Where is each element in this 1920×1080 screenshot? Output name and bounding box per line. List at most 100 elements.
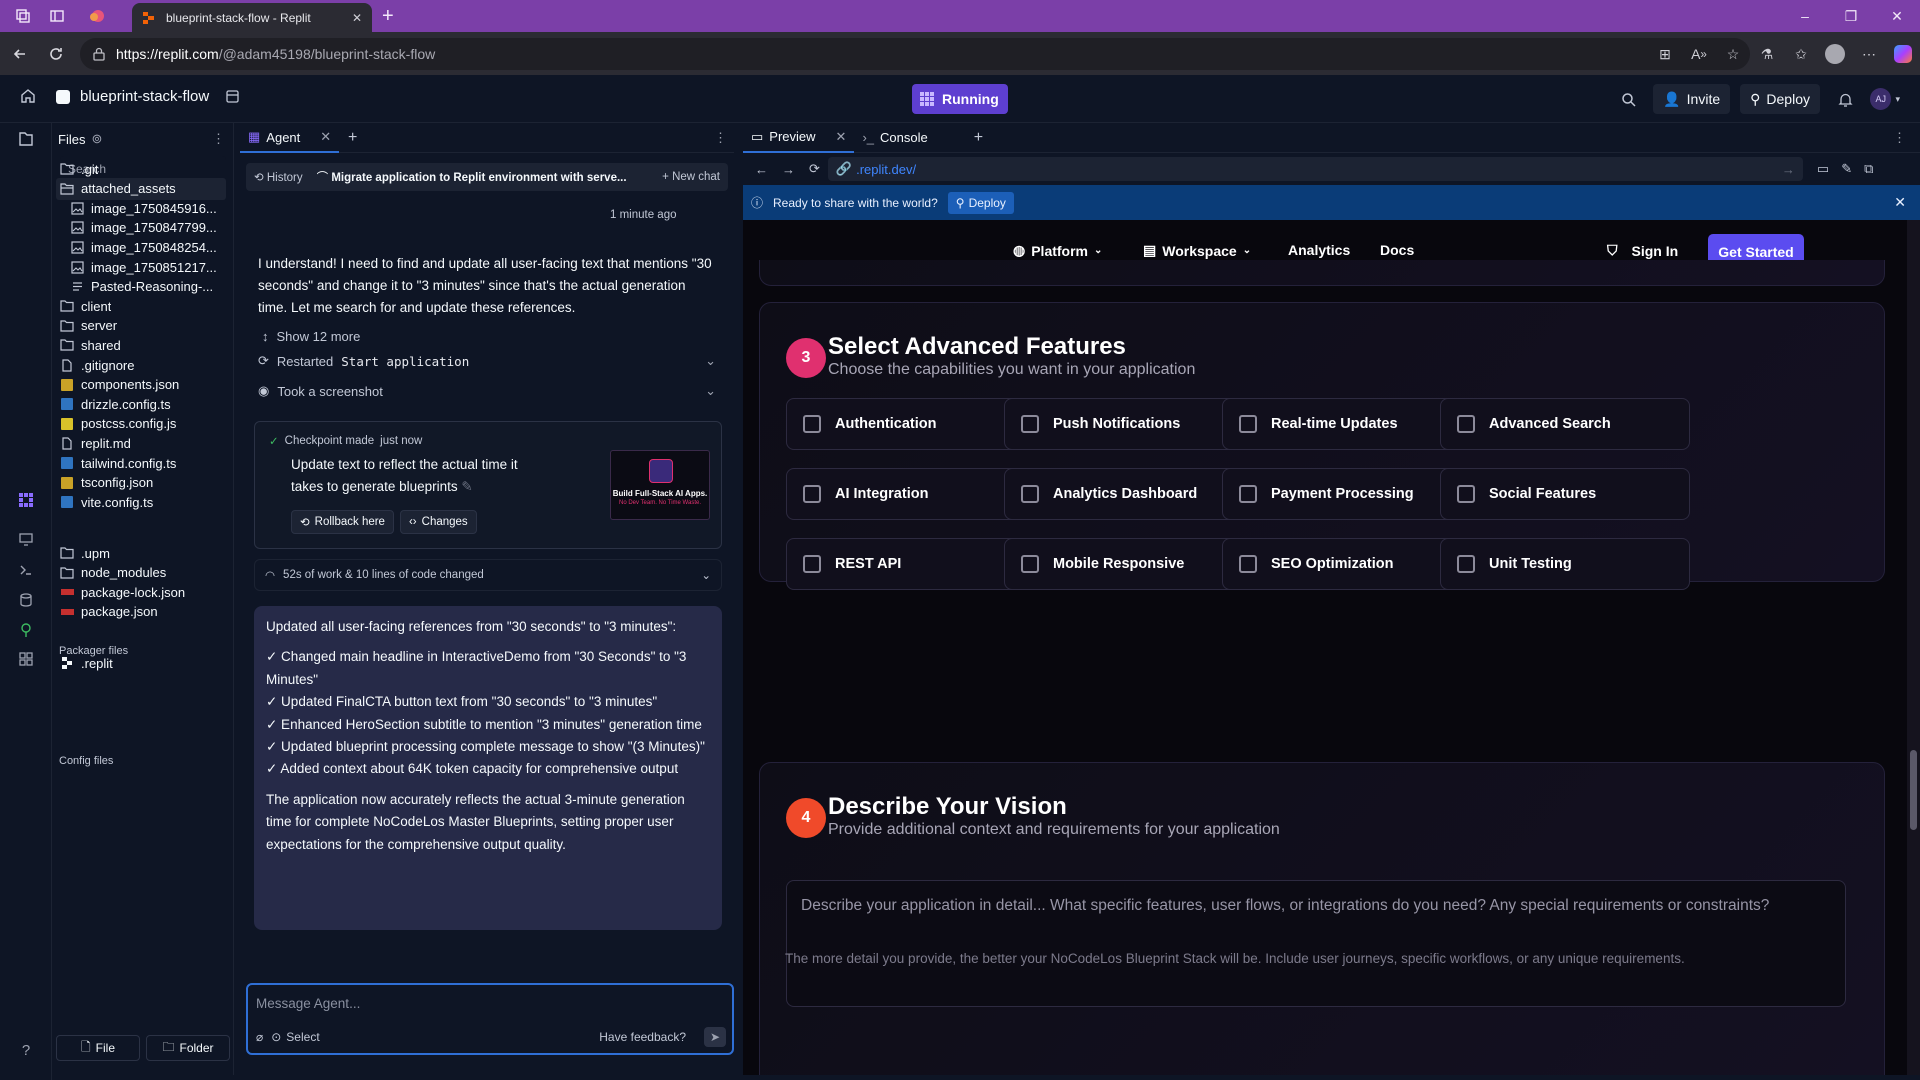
- agent-menu-icon[interactable]: ⋮: [714, 130, 727, 146]
- scrollbar-thumb[interactable]: [1910, 750, 1917, 830]
- vision-textarea[interactable]: Describe your application in detail... W…: [786, 880, 1846, 1007]
- more-icon[interactable]: ⋯: [1852, 46, 1886, 63]
- project-name[interactable]: blueprint-stack-flow: [56, 88, 240, 105]
- browser-tab-active[interactable]: blueprint-stack-flow - Replit ✕: [132, 3, 372, 32]
- feature-option[interactable]: Push Notifications: [1004, 398, 1254, 450]
- maximize-button[interactable]: ❐: [1828, 0, 1874, 32]
- tree-icon[interactable]: [15, 619, 37, 641]
- file-item[interactable]: package.json: [56, 601, 226, 623]
- back-icon[interactable]: [4, 38, 36, 70]
- feature-option[interactable]: Authentication: [786, 398, 1036, 450]
- console-icon[interactable]: [15, 559, 37, 581]
- chevron-down-icon[interactable]: ⌄: [705, 383, 716, 399]
- checkbox[interactable]: [1021, 555, 1039, 573]
- nav-docs[interactable]: Docs: [1380, 242, 1414, 258]
- search-icon[interactable]: [1613, 84, 1643, 114]
- checkbox[interactable]: [803, 415, 821, 433]
- run-status-button[interactable]: Running: [912, 84, 1008, 114]
- database-icon[interactable]: [15, 589, 37, 611]
- checkbox[interactable]: [803, 485, 821, 503]
- thread-title[interactable]: ⌒ Migrate application to Replit environm…: [317, 169, 627, 185]
- project-info-icon[interactable]: [225, 89, 240, 104]
- changes-button[interactable]: ‹› Changes: [399, 510, 477, 534]
- reload-icon[interactable]: ⟳: [809, 161, 820, 177]
- file-tree-icon[interactable]: [15, 128, 37, 150]
- device-icon[interactable]: ▭: [1817, 161, 1829, 177]
- agent-icon[interactable]: [15, 489, 37, 511]
- close-tab-icon[interactable]: ✕: [836, 129, 847, 145]
- pinned-tab-icon[interactable]: [86, 5, 108, 27]
- tab-actions-icon[interactable]: [46, 5, 68, 27]
- tab-agent[interactable]: ▦ Agent ✕: [240, 123, 340, 153]
- chevron-down-icon[interactable]: ⌄: [705, 353, 716, 369]
- edit-pencil-icon[interactable]: ✎: [461, 479, 472, 494]
- copilot-icon[interactable]: [1886, 45, 1920, 63]
- feature-option[interactable]: Social Features: [1440, 468, 1690, 520]
- feature-option[interactable]: AI Integration: [786, 468, 1036, 520]
- checkbox[interactable]: [803, 555, 821, 573]
- file-item[interactable]: tailwind.config.ts: [56, 452, 226, 474]
- checkpoint-screenshot-thumbnail[interactable]: Build Full-Stack AI Apps. No Dev Team. N…: [610, 450, 710, 520]
- address-bar[interactable]: https://replit.com/@adam45198/blueprint-…: [80, 38, 1750, 70]
- checkbox[interactable]: [1457, 555, 1475, 573]
- checkbox[interactable]: [1457, 415, 1475, 433]
- nav-analytics[interactable]: Analytics: [1288, 242, 1350, 258]
- favorite-star-icon[interactable]: ☆: [1716, 46, 1750, 63]
- feature-option[interactable]: Analytics Dashboard: [1004, 468, 1254, 520]
- checkbox[interactable]: [1239, 485, 1257, 503]
- new-folder-button[interactable]: 🗀 Folder: [146, 1035, 230, 1061]
- feature-option[interactable]: Payment Processing: [1222, 468, 1472, 520]
- back-icon[interactable]: ←: [755, 162, 768, 177]
- feature-option[interactable]: Real-time Updates: [1222, 398, 1472, 450]
- file-item[interactable]: vite.config.ts: [56, 491, 226, 513]
- feature-option[interactable]: Unit Testing: [1440, 538, 1690, 590]
- file-item[interactable]: .replit: [56, 652, 226, 674]
- tab-console[interactable]: ›_ Console: [854, 123, 935, 153]
- workspaces-icon[interactable]: [12, 5, 34, 27]
- reload-icon[interactable]: [40, 38, 72, 70]
- sign-in-link[interactable]: ⛉ Sign In: [1607, 242, 1678, 259]
- checkbox[interactable]: [1239, 415, 1257, 433]
- close-tab-icon[interactable]: ✕: [320, 129, 331, 145]
- preview-monitor-icon[interactable]: [15, 528, 37, 550]
- folder-item[interactable]: .git: [56, 158, 226, 180]
- all-tools-icon[interactable]: [15, 648, 37, 670]
- agent-message-input[interactable]: Message Agent... ⌀ ⊙ Select Have feedback…: [246, 983, 734, 1055]
- file-item[interactable]: drizzle.config.ts: [56, 393, 226, 415]
- preview-menu-icon[interactable]: ⋮: [1893, 130, 1906, 146]
- restarted-action[interactable]: ⟳ Restarted Start application: [258, 353, 469, 369]
- nav-platform[interactable]: ◍ Platform ⌄: [1013, 242, 1102, 259]
- app-available-icon[interactable]: ⊞: [1648, 46, 1682, 63]
- nav-workspace[interactable]: ▤ Workspace ⌄: [1143, 242, 1251, 259]
- checkbox[interactable]: [1021, 485, 1039, 503]
- tab-preview[interactable]: ▭ Preview ✕: [743, 123, 855, 153]
- account-menu[interactable]: AJ ▾: [1870, 84, 1900, 114]
- send-icon[interactable]: ➤: [704, 1027, 726, 1047]
- checkbox[interactable]: [1021, 415, 1039, 433]
- screenshot-action[interactable]: ◉ Took a screenshot: [258, 383, 383, 399]
- profile-icon[interactable]: [1818, 44, 1852, 64]
- deploy-button[interactable]: ⚲ Deploy: [1740, 84, 1820, 114]
- banner-deploy-button[interactable]: ⚲ Deploy: [947, 191, 1014, 214]
- feedback-link[interactable]: Have feedback?: [599, 1030, 686, 1044]
- feature-option[interactable]: SEO Optimization: [1222, 538, 1472, 590]
- devtools-icon[interactable]: ✎: [1841, 161, 1852, 177]
- notifications-bell-icon[interactable]: [1830, 84, 1860, 114]
- go-arrow-icon[interactable]: →: [1782, 162, 1795, 177]
- close-tab-icon[interactable]: ✕: [352, 11, 362, 25]
- work-summary-bar[interactable]: ◠ 52s of work & 10 lines of code changed…: [254, 559, 722, 591]
- checkbox[interactable]: [1239, 555, 1257, 573]
- favorites-icon[interactable]: ✩: [1784, 46, 1818, 63]
- feature-option[interactable]: Advanced Search: [1440, 398, 1690, 450]
- add-tab-icon[interactable]: +: [348, 129, 357, 147]
- folder-item[interactable]: client: [56, 295, 226, 317]
- file-item[interactable]: image_1750851217...: [66, 256, 226, 278]
- forward-icon[interactable]: →: [782, 162, 795, 177]
- files-menu-icon[interactable]: ⋮: [212, 131, 225, 147]
- feature-option[interactable]: Mobile Responsive: [1004, 538, 1254, 590]
- preview-url-input[interactable]: 🔗 .replit.dev/ →: [827, 157, 1803, 181]
- select-button[interactable]: ⊙ Select: [271, 1030, 319, 1044]
- close-window-button[interactable]: ✕: [1874, 0, 1920, 32]
- preview-scrollbar[interactable]: [1907, 220, 1920, 1075]
- file-item[interactable]: package-lock.json: [56, 581, 226, 603]
